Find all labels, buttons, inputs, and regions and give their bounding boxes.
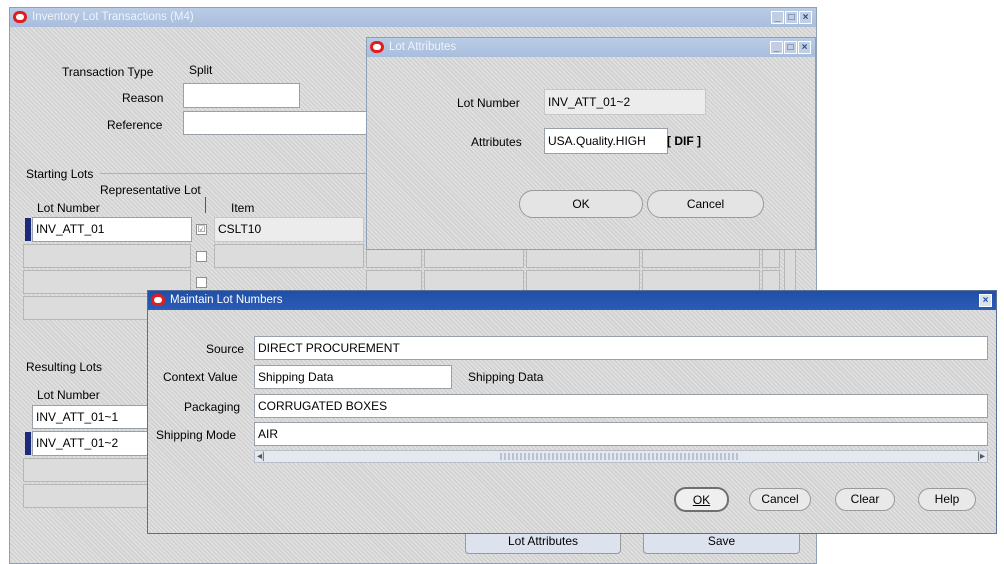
starting-lot-number-field[interactable]: INV_ATT_01 xyxy=(32,217,192,242)
oracle-icon xyxy=(13,11,27,23)
oracle-icon xyxy=(370,41,384,53)
attributes-field[interactable]: USA.Quality.HIGH xyxy=(544,128,668,154)
representative-lot-checkbox[interactable]: ☑ xyxy=(196,224,207,235)
source-field[interactable]: DIRECT PROCUREMENT xyxy=(254,336,988,360)
representative-lot-checkbox[interactable] xyxy=(196,251,207,262)
ok-button[interactable]: OK xyxy=(674,487,729,512)
starting-lots-heading: Starting Lots xyxy=(26,167,94,181)
current-record-marker xyxy=(25,218,31,241)
horizontal-scrollbar[interactable]: ◂| |▸ xyxy=(254,450,988,463)
lot-number-header: Lot Number xyxy=(37,201,100,215)
scroll-left-icon[interactable]: ◂| xyxy=(257,451,265,462)
lot-number-field[interactable]: INV_ATT_01~2 xyxy=(544,89,706,115)
transaction-type-label: Transaction Type xyxy=(62,65,154,79)
context-value-description: Shipping Data xyxy=(468,370,544,384)
lot-attributes-title: Lot Attributes xyxy=(389,41,457,53)
ok-button-label: OK xyxy=(692,493,711,507)
clear-button[interactable]: Clear xyxy=(835,488,895,511)
reference-label: Reference xyxy=(107,118,163,132)
cancel-button[interactable]: Cancel xyxy=(749,488,811,511)
help-button-label: Help xyxy=(934,492,960,506)
save-button-label: Save xyxy=(707,534,736,548)
clear-button-label: Clear xyxy=(850,492,880,506)
cancel-button[interactable]: Cancel xyxy=(647,190,764,218)
scrollbar-thumb[interactable] xyxy=(500,453,740,460)
close-icon[interactable]: × xyxy=(798,41,811,54)
attributes-flexfield-button[interactable]: [ DIF ] xyxy=(667,128,713,154)
lot-attributes-titlebar: Lot Attributes _ □ × xyxy=(367,38,815,57)
scroll-right-icon[interactable]: |▸ xyxy=(977,451,985,462)
oracle-icon xyxy=(151,294,165,306)
maintain-lot-numbers-titlebar: Maintain Lot Numbers × xyxy=(148,291,996,310)
attributes-label: Attributes xyxy=(471,135,522,149)
lot-attributes-dialog: Lot Attributes _ □ × Lot Number INV_ATT_… xyxy=(366,37,816,250)
cancel-button-label: Cancel xyxy=(686,197,725,211)
bracket-close: ] xyxy=(697,134,702,148)
attributes-flex-value: DIF xyxy=(674,134,694,148)
item-header: Item xyxy=(231,201,255,215)
representative-lot-label: Representative Lot xyxy=(100,183,201,197)
packaging-field[interactable]: CORRUGATED BOXES xyxy=(254,394,988,418)
help-button[interactable]: Help xyxy=(918,488,976,511)
maximize-icon[interactable]: □ xyxy=(784,41,797,54)
reason-field[interactable] xyxy=(183,83,300,108)
bracket-open: [ xyxy=(667,134,671,148)
representative-lot-checkbox[interactable] xyxy=(196,277,207,288)
resulting-lot-number-header: Lot Number xyxy=(37,388,100,402)
maintain-lot-numbers-dialog: Maintain Lot Numbers × Source DIRECT PRO… xyxy=(147,290,997,534)
minimize-icon[interactable]: _ xyxy=(770,41,783,54)
cancel-button-label: Cancel xyxy=(761,492,799,506)
minimize-icon[interactable]: _ xyxy=(771,11,784,24)
reference-field[interactable] xyxy=(183,111,373,135)
ok-button-label: OK xyxy=(572,197,590,211)
source-label: Source xyxy=(206,342,245,356)
close-icon[interactable]: × xyxy=(799,11,812,24)
transaction-type-value: Split xyxy=(189,63,213,77)
shipping-mode-field[interactable]: AIR xyxy=(254,422,988,446)
main-window-titlebar: Inventory Lot Transactions (M4) _ □ × xyxy=(10,8,816,27)
vertical-scrollbar[interactable] xyxy=(784,244,796,294)
maintain-lot-numbers-title: Maintain Lot Numbers xyxy=(170,294,283,306)
lot-number-label: Lot Number xyxy=(457,96,520,110)
starting-item-field[interactable] xyxy=(214,244,364,268)
shipping-mode-label: Shipping Mode xyxy=(156,428,237,442)
column-divider xyxy=(205,197,206,213)
reason-label: Reason xyxy=(122,91,164,105)
maximize-icon[interactable]: □ xyxy=(785,11,798,24)
starting-lot-number-field[interactable] xyxy=(23,244,191,268)
resulting-lots-heading: Resulting Lots xyxy=(26,360,103,374)
close-icon[interactable]: × xyxy=(979,294,992,307)
context-value-field[interactable]: Shipping Data xyxy=(254,365,452,389)
main-window-title: Inventory Lot Transactions (M4) xyxy=(32,11,194,23)
packaging-label: Packaging xyxy=(184,400,241,414)
divider xyxy=(100,173,380,174)
starting-item-field[interactable]: CSLT10 xyxy=(214,217,364,242)
ok-button[interactable]: OK xyxy=(519,190,643,218)
lot-attributes-button-label: Lot Attributes xyxy=(507,534,579,548)
context-value-label: Context Value xyxy=(163,370,238,384)
current-record-marker xyxy=(25,432,31,455)
